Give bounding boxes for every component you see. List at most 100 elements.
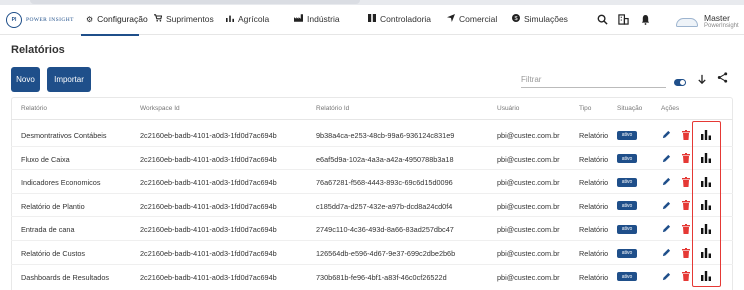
search-icon[interactable]: [597, 14, 608, 28]
user-name[interactable]: Master: [704, 13, 730, 23]
top-navbar: PI POWER INSIGHT ⚙ Configuração Suprimen…: [0, 5, 744, 36]
cell-workspace-id: 2c2160eb-badb-4101-a0d3-1fd0d7ac694b: [140, 131, 277, 140]
edit-icon[interactable]: [662, 177, 671, 189]
nav-label: Comercial: [459, 14, 498, 24]
cell-workspace-id: 2c2160eb-badb-4101-a0d3-1fd0d7ac694b: [140, 225, 277, 235]
toggle-switch[interactable]: [674, 79, 686, 86]
trash-icon[interactable]: [682, 176, 690, 190]
status-badge: ativo: [617, 154, 637, 164]
cart-icon: [154, 14, 163, 24]
sort-down-arrow-icon[interactable]: [697, 74, 707, 88]
cell-report-id: c185dd7a-d257-432e-a97b-dcd8a24cd0f4: [316, 201, 453, 211]
col-header-report-id[interactable]: Relatório Id: [316, 105, 349, 112]
logo-text: POWER INSIGHT: [26, 17, 74, 23]
status-badge: ativo: [617, 201, 637, 211]
highlight-box: [692, 121, 721, 287]
nav-label: Controladoria: [380, 14, 432, 24]
bar-chart-icon: [226, 14, 234, 24]
building-icon[interactable]: [618, 14, 629, 28]
nav-label: Suprimentos: [166, 14, 214, 24]
import-button[interactable]: Importar: [47, 67, 91, 92]
browser-url-bar[interactable]: [30, 0, 360, 4]
page-title: Relatórios: [11, 44, 65, 56]
cell-type: Relatório: [579, 154, 609, 164]
cell-type: Relatório: [579, 249, 609, 258]
logo-emblem: PI: [6, 12, 22, 28]
nav-label: Configuração: [97, 14, 148, 24]
col-header-workspace[interactable]: Workspace Id: [140, 105, 180, 112]
cell-report-id: 9b38a4ca-e253-48cb-99a6-936124c831e9: [316, 131, 455, 140]
cell-report-id: 730b681b-fe96-4bf1-a83f-46c0cf26522d: [316, 272, 447, 282]
cell-report-id: 2749c110-4c36-493d-8a66-83ad257dbc47: [316, 225, 454, 235]
gear-icon: ⚙: [86, 14, 94, 24]
col-header-actions: Ações: [661, 105, 680, 112]
cell-user: pbi@custec.com.br: [497, 201, 560, 211]
bell-icon[interactable]: [641, 14, 650, 28]
trash-icon[interactable]: [682, 200, 690, 213]
header-divider: [11, 119, 733, 120]
avatar[interactable]: [676, 18, 698, 27]
status-badge: ativo: [617, 177, 637, 187]
cell-type: Relatório: [579, 225, 609, 235]
filter-input[interactable]: Filtrar: [521, 75, 541, 84]
cell-report-id: 126564db-e596-4d67-9e37-699c2dbe2b6b: [316, 249, 456, 258]
status-badge: ativo: [617, 224, 637, 234]
trash-icon[interactable]: [682, 153, 690, 166]
cell-report-name: Desmontrativos Contábeis: [21, 131, 107, 140]
cell-report-id: 76a67281-f568-4443-893c-69c6d15d0096: [316, 178, 453, 188]
nav-item-configuracao[interactable]: ⚙ Configuração: [86, 14, 148, 24]
cell-workspace-id: 2c2160eb-badb-4101-a0d3-1fd0d7ac694b: [140, 201, 277, 211]
col-header-report[interactable]: Relatório: [21, 105, 47, 112]
send-icon: [447, 14, 455, 24]
nav-item-suprimentos[interactable]: Suprimentos: [154, 14, 214, 24]
trash-icon[interactable]: [682, 129, 690, 143]
col-header-user[interactable]: Usuário: [497, 105, 519, 112]
factory-icon: [294, 14, 303, 24]
columns-icon: [368, 14, 376, 24]
cell-workspace-id: 2c2160eb-badb-4101-a0d3-1fd0d7ac694b: [140, 154, 277, 164]
cell-user: pbi@custec.com.br: [497, 131, 560, 140]
edit-icon[interactable]: [662, 224, 671, 236]
nav-label: Simulações: [524, 14, 568, 24]
cell-workspace-id: 2c2160eb-badb-4101-a0d3-1fd0d7ac694b: [140, 272, 277, 282]
status-badge: ativo: [617, 248, 637, 258]
edit-icon[interactable]: [662, 130, 671, 142]
nav-item-industria[interactable]: Indústria: [294, 14, 340, 24]
nav-item-agricola[interactable]: Agrícola: [226, 14, 269, 24]
cell-report-name: Relatório de Custos: [21, 249, 86, 258]
col-header-status[interactable]: Situação: [617, 105, 642, 112]
trash-icon[interactable]: [682, 223, 690, 237]
brand-logo[interactable]: PI POWER INSIGHT: [6, 12, 74, 28]
cell-report-name: Relatório de Plantio: [21, 201, 85, 211]
edit-icon[interactable]: [662, 248, 671, 260]
nav-item-comercial[interactable]: Comercial: [447, 14, 497, 24]
filter-underline: [521, 87, 666, 88]
edit-icon[interactable]: [662, 272, 671, 284]
cell-report-name: Fluxo de Caixa: [21, 154, 70, 164]
cell-report-id: e6af5d9a-102a-4a3a-a42a-4950788b3a18: [316, 154, 454, 164]
nav-label: Agrícola: [238, 14, 270, 24]
nav-item-controladoria[interactable]: Controladoria: [368, 14, 431, 24]
cell-user: pbi@custec.com.br: [497, 178, 560, 188]
cell-user: pbi@custec.com.br: [497, 249, 560, 258]
trash-icon[interactable]: [682, 247, 690, 261]
status-badge: ativo: [617, 130, 637, 140]
trash-icon[interactable]: [682, 271, 690, 284]
active-tab-indicator: [81, 34, 139, 36]
cell-user: pbi@custec.com.br: [497, 154, 560, 164]
user-subtitle: PowerInsight: [704, 23, 739, 29]
cell-user: pbi@custec.com.br: [497, 272, 560, 282]
cell-report-name: Dashboards de Resultados: [21, 272, 110, 282]
cell-user: pbi@custec.com.br: [497, 225, 560, 235]
nav-item-simulacoes[interactable]: $ Simulações: [512, 14, 568, 24]
status-badge: ativo: [617, 272, 637, 282]
edit-icon[interactable]: [662, 201, 671, 213]
share-icon[interactable]: [717, 72, 728, 86]
cell-workspace-id: 2c2160eb-badb-4101-a0d3-1fd0d7ac694b: [140, 178, 277, 188]
edit-icon[interactable]: [662, 154, 671, 166]
new-button[interactable]: Novo: [11, 67, 40, 92]
dollar-icon: $: [512, 14, 520, 24]
nav-label: Indústria: [307, 14, 340, 24]
cell-type: Relatório: [579, 178, 609, 188]
col-header-type[interactable]: Tipo: [579, 105, 591, 112]
